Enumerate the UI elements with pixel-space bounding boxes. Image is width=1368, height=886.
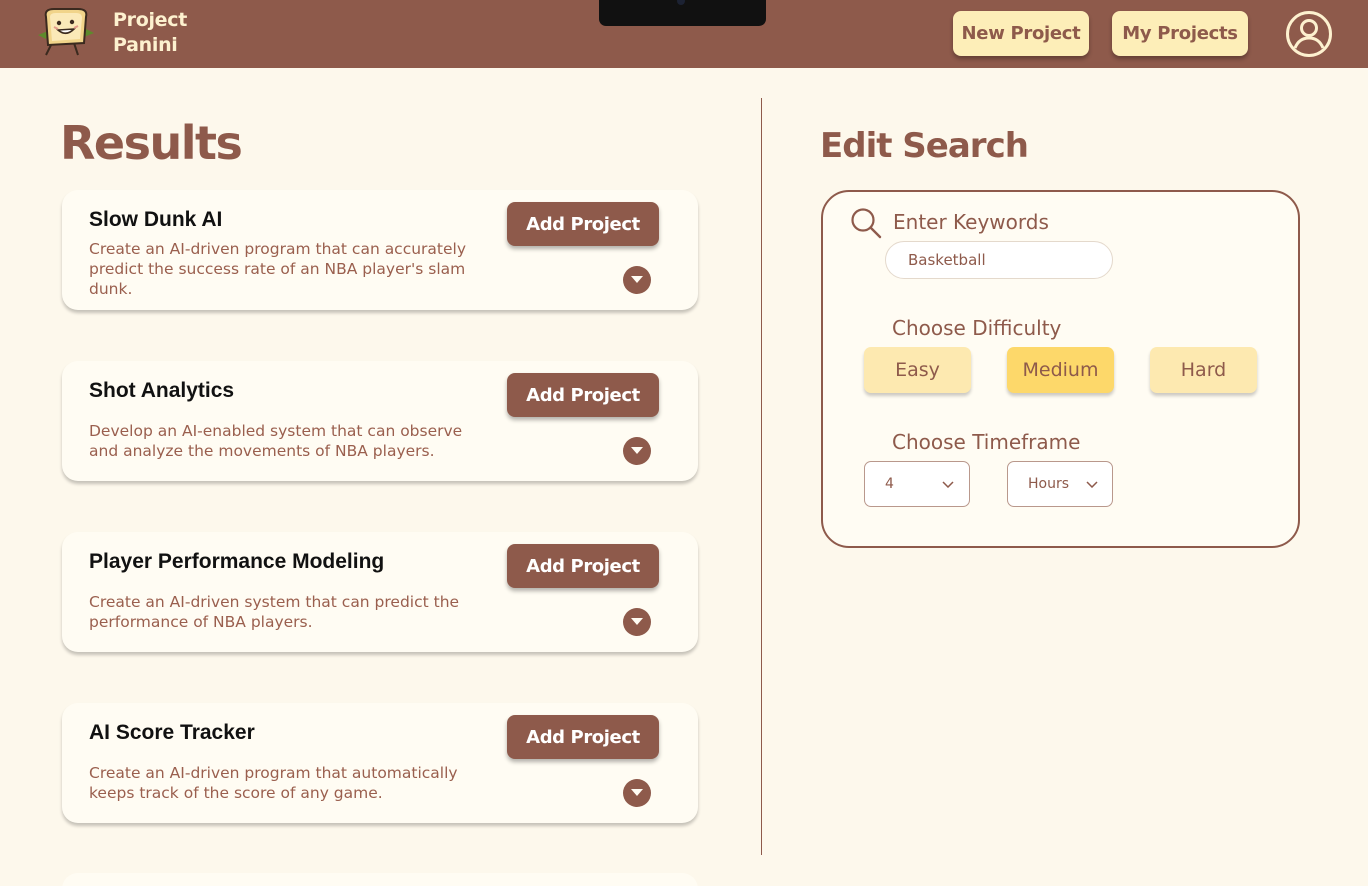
add-project-button[interactable]: Add Project [507, 202, 659, 246]
results-heading: Results [60, 116, 243, 170]
chevron-down-icon [942, 481, 954, 488]
result-card: Slow Dunk AI Create an AI-driven program… [62, 190, 698, 310]
timeframe-unit-select[interactable]: Hours [1007, 461, 1113, 507]
result-card-partial [62, 873, 698, 886]
result-description: Develop an AI-enabled system that can ob… [89, 422, 463, 460]
result-card: AI Score Tracker Create an AI-driven pro… [62, 703, 698, 823]
timeframe-label: Choose Timeframe [892, 430, 1081, 454]
difficulty-medium-button[interactable]: Medium [1007, 347, 1114, 393]
difficulty-hard-button[interactable]: Hard [1150, 347, 1257, 393]
expand-chevron-icon[interactable] [623, 437, 651, 465]
search-icon [851, 208, 882, 239]
result-card: Shot Analytics Develop an AI-enabled sys… [62, 361, 698, 481]
column-divider [761, 98, 762, 855]
keywords-input[interactable] [885, 241, 1113, 279]
result-title: Player Performance Modeling [89, 550, 385, 573]
sandwich-logo-icon[interactable] [34, 5, 98, 61]
result-card: Player Performance Modeling Create an AI… [62, 532, 698, 652]
result-description: Create an AI-driven program that can acc… [89, 240, 467, 298]
brand-line-2: Panini [113, 34, 178, 56]
new-project-button[interactable]: New Project [953, 11, 1089, 56]
expand-chevron-icon[interactable] [623, 266, 651, 294]
chevron-down-icon [1086, 481, 1098, 488]
user-profile-icon[interactable] [1285, 10, 1333, 58]
edit-search-heading: Edit Search [820, 126, 1029, 166]
result-title: Shot Analytics [89, 379, 235, 402]
brand-line-1: Project [113, 9, 187, 31]
difficulty-easy-button[interactable]: Easy [864, 347, 971, 393]
timeframe-unit-value: Hours [1028, 476, 1070, 492]
result-description: Create an AI-driven system that can pred… [89, 593, 460, 631]
camera-notch [599, 0, 766, 26]
my-projects-button[interactable]: My Projects [1112, 11, 1248, 56]
timeframe-amount-value: 4 [885, 476, 894, 492]
expand-chevron-icon[interactable] [623, 608, 651, 636]
search-filter-panel: Enter Keywords Choose Difficulty Easy Me… [821, 190, 1300, 548]
brand-name[interactable]: Project Panini [113, 8, 187, 58]
difficulty-label: Choose Difficulty [892, 316, 1062, 340]
add-project-button[interactable]: Add Project [507, 715, 659, 759]
expand-chevron-icon[interactable] [623, 779, 651, 807]
keywords-label: Enter Keywords [893, 210, 1049, 234]
result-description: Create an AI-driven program that automat… [89, 764, 458, 802]
result-title: AI Score Tracker [89, 721, 255, 744]
result-title: Slow Dunk AI [89, 208, 223, 231]
add-project-button[interactable]: Add Project [507, 373, 659, 417]
timeframe-amount-select[interactable]: 4 [864, 461, 970, 507]
add-project-button[interactable]: Add Project [507, 544, 659, 588]
camera-icon [677, 0, 685, 5]
top-nav-bar: Project Panini New Project My Projects [0, 0, 1368, 68]
